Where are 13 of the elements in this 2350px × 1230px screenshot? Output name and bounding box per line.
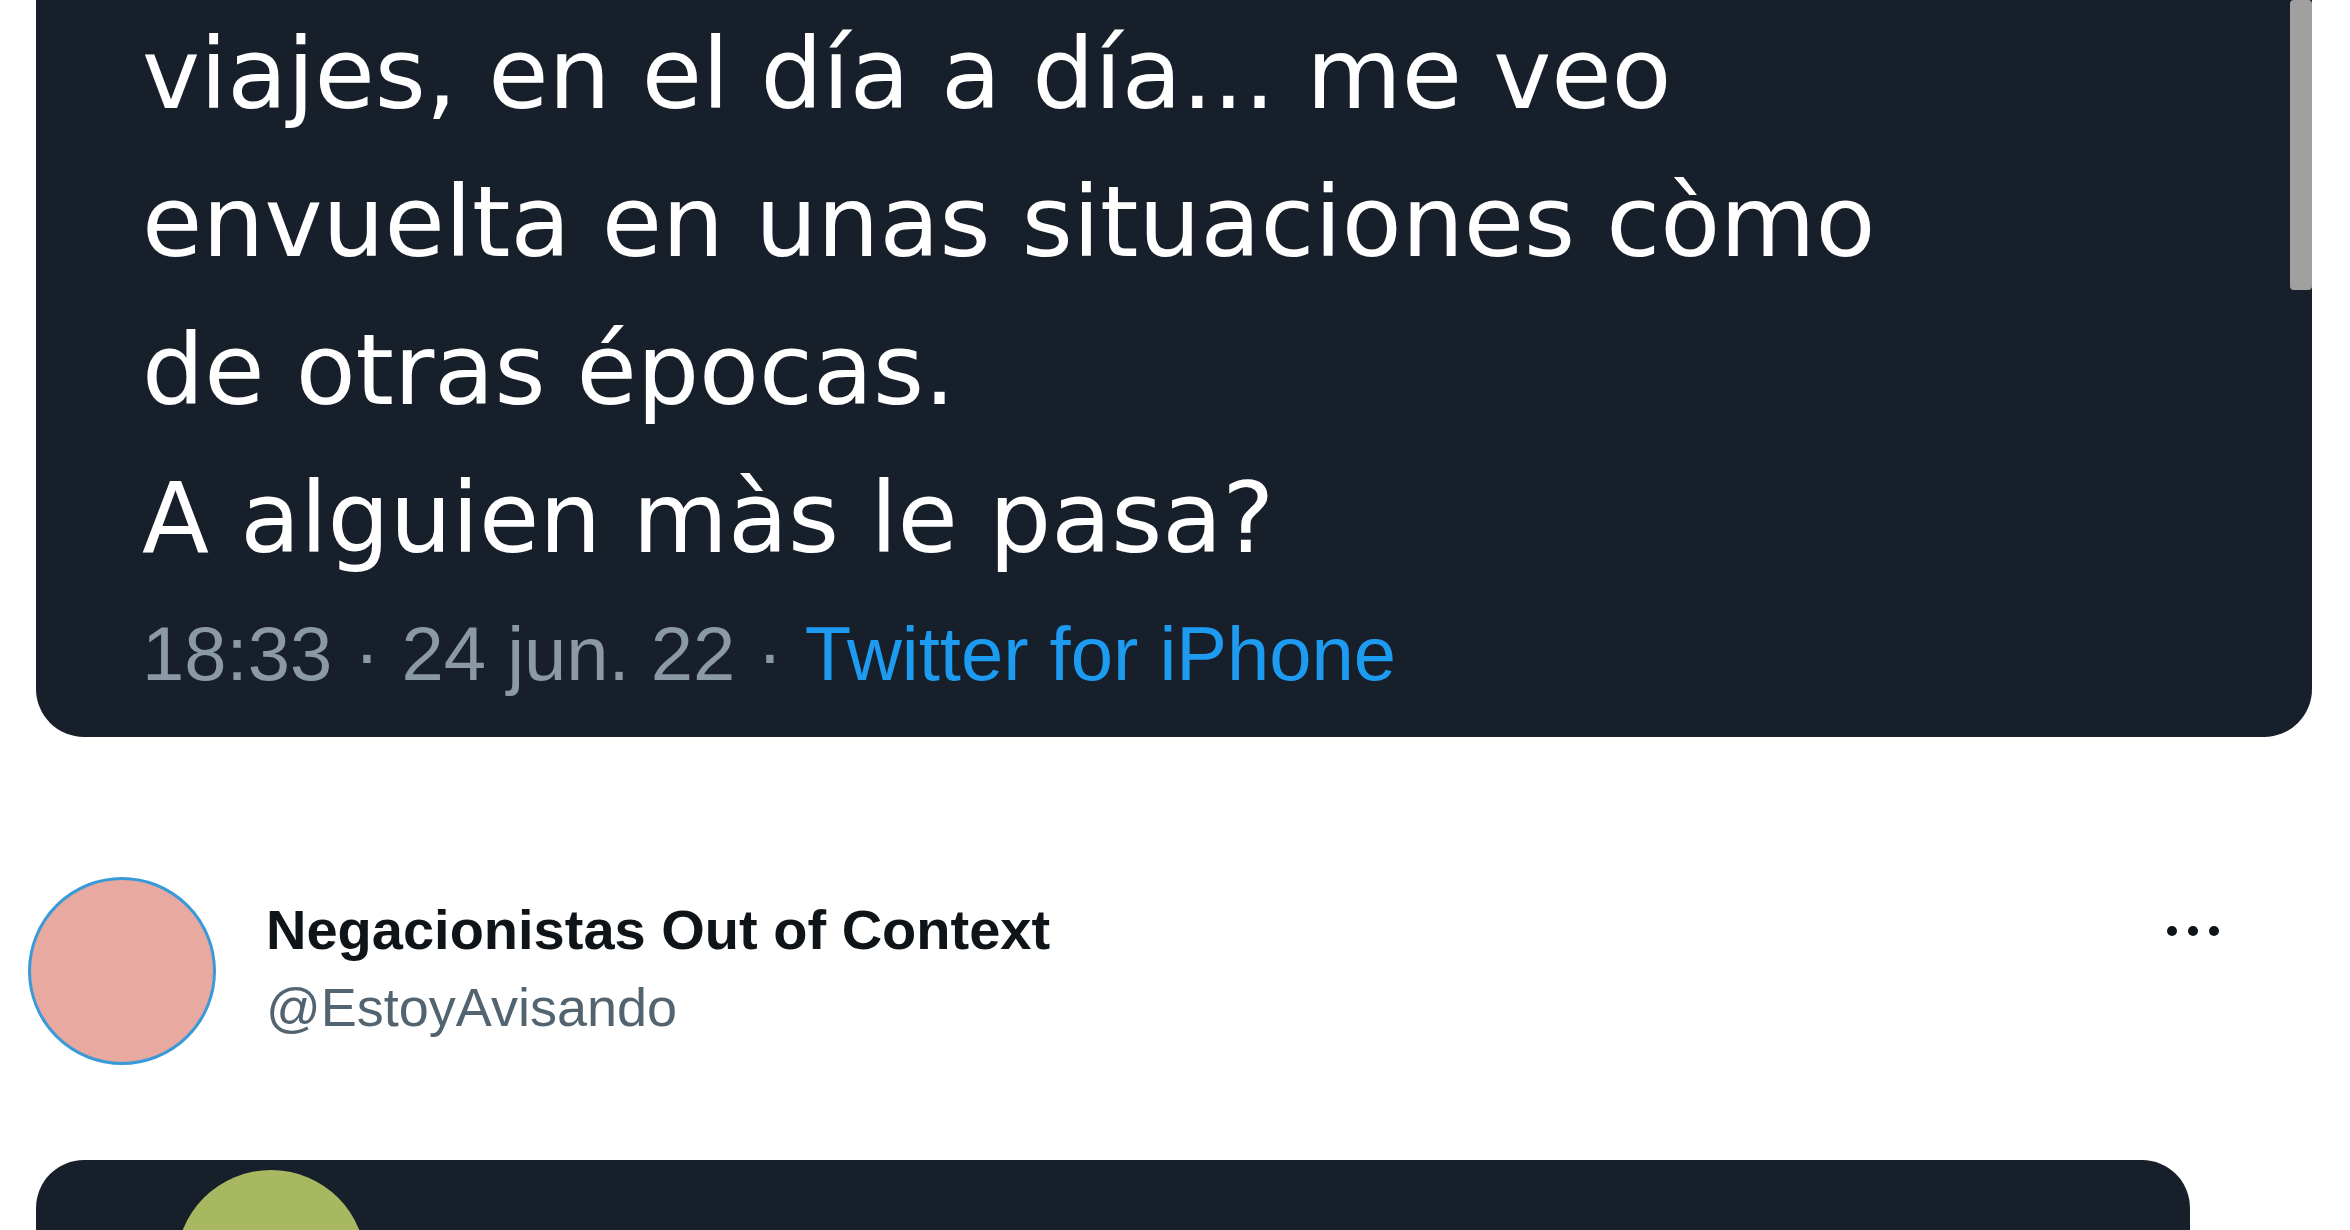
more-options-icon[interactable]: [2166, 925, 2220, 937]
separator-dot: ·: [354, 610, 380, 697]
user-handle[interactable]: @EstoyAvisando: [266, 976, 2166, 1038]
separator-dot: ·: [757, 610, 783, 697]
tweet-time: 18:33: [142, 610, 333, 697]
tweet-text-line: viajes, en el día a día... me veo: [142, 16, 1673, 133]
tweet-text-line: de otras épocas.: [142, 312, 957, 429]
tweet-date: 24 jun. 22: [401, 610, 736, 697]
source-link[interactable]: Twitter for iPhone: [804, 610, 1397, 697]
tweet-text-line: envuelta en unas situaciones còmo: [142, 164, 1877, 281]
tweet-text-line: A alguien màs le pasa?: [142, 460, 1276, 577]
display-name[interactable]: Negacionistas Out of Context: [266, 897, 2166, 962]
scrollbar-thumb[interactable]: [2290, 0, 2312, 290]
